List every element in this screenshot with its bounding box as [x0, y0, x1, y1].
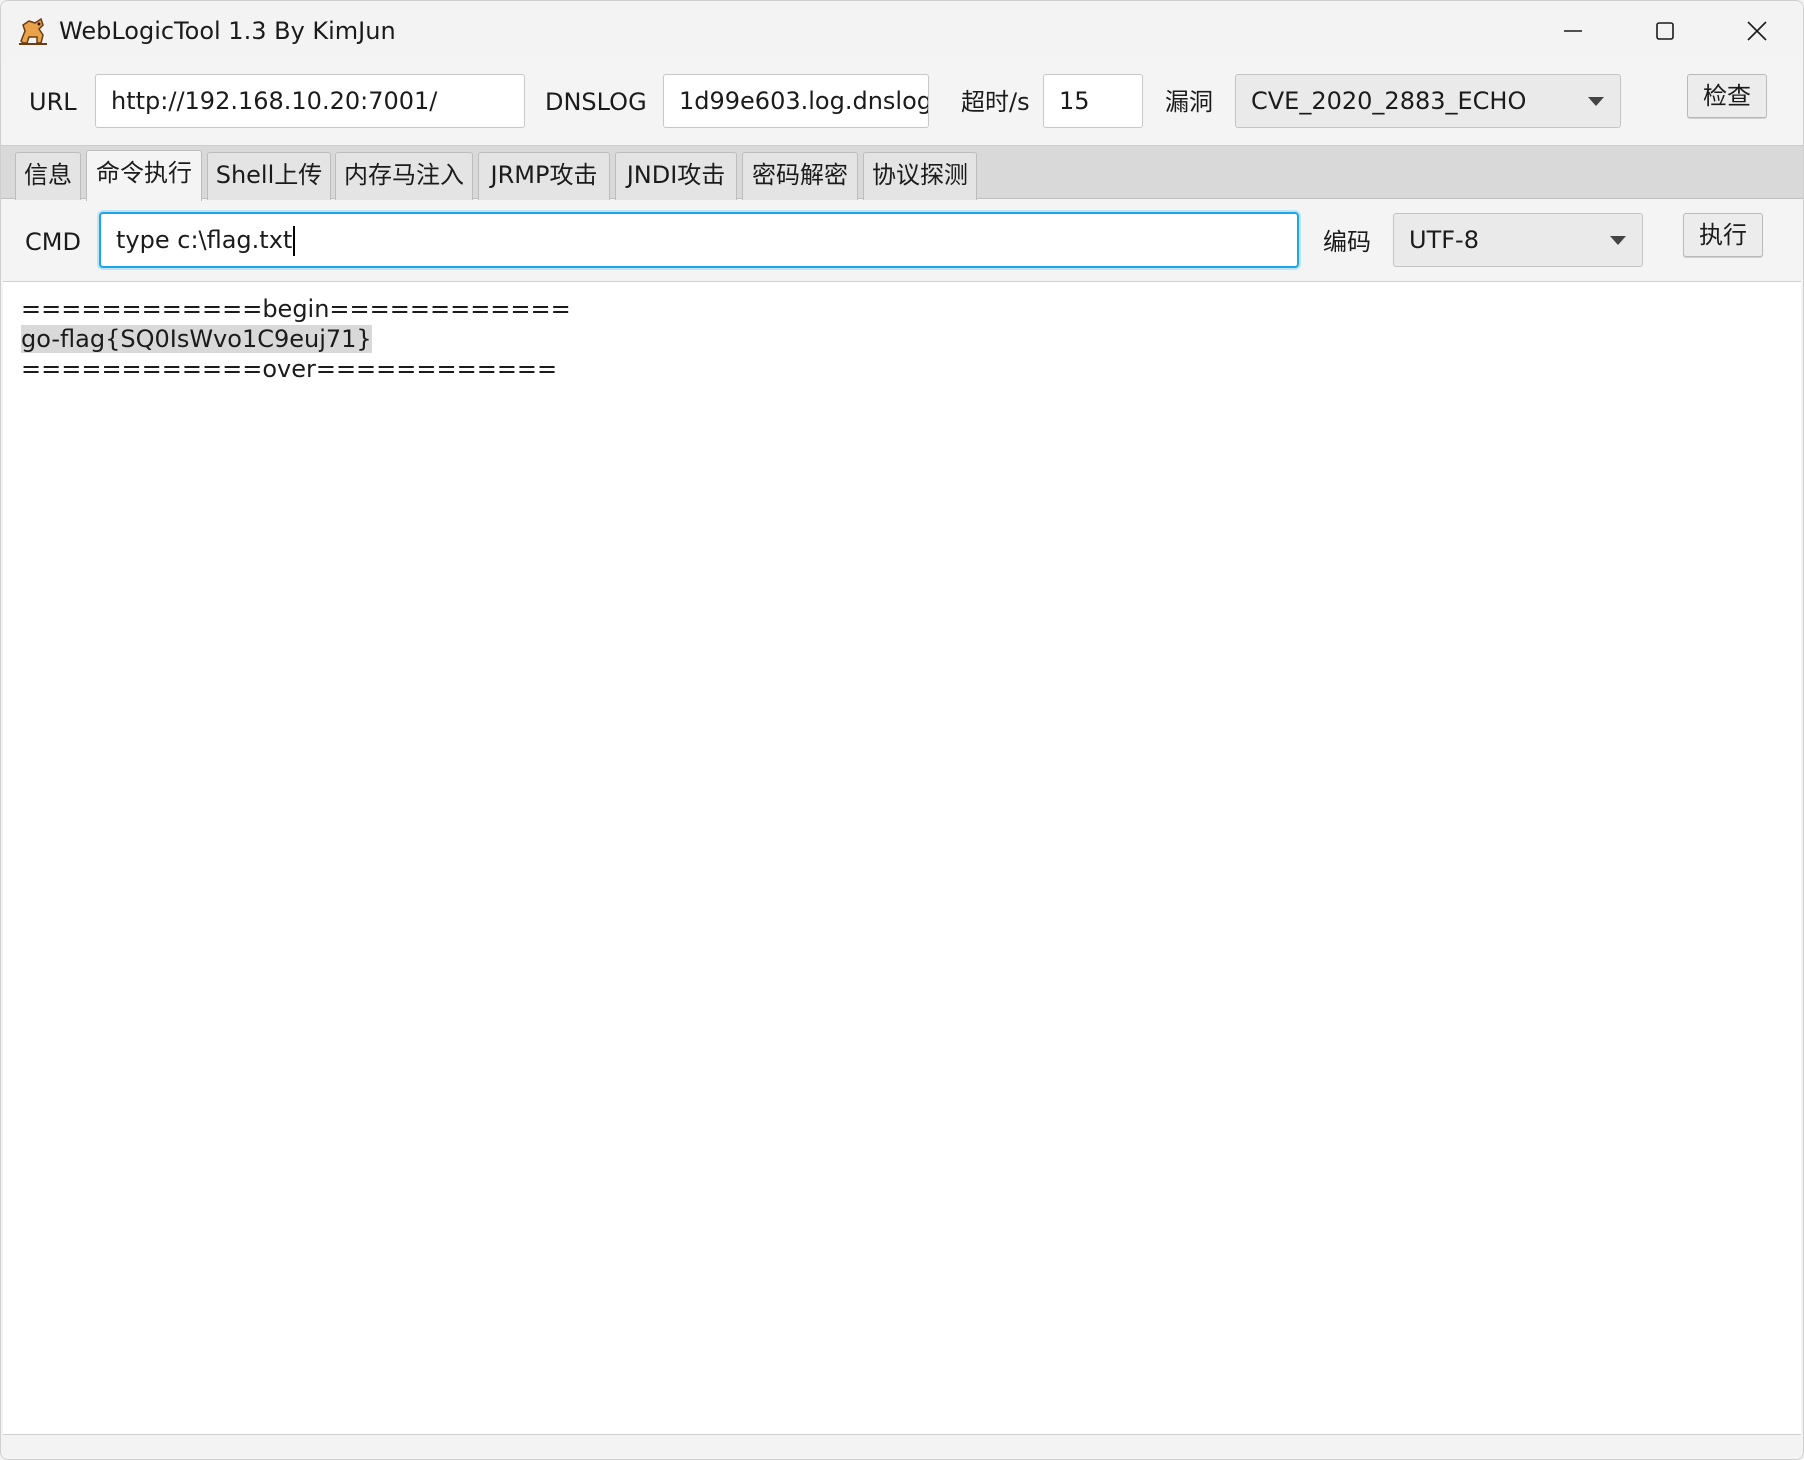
dnslog-input[interactable]: 1d99e603.log.dnslog — [663, 74, 929, 128]
tab-memshell-inject[interactable]: 内存马注入 — [335, 152, 473, 200]
output-selected-text: go-flag{SQ0IsWvo1C9euj71} — [21, 325, 372, 353]
tab-protocol-detect[interactable]: 协议探测 — [863, 152, 977, 200]
tab-bar: 信息 命令执行 Shell上传 内存马注入 JRMP攻击 JNDI攻击 密码解密… — [1, 145, 1803, 201]
output-textarea[interactable]: ============begin============ go-flag{SQ… — [3, 281, 1801, 1435]
cmd-input[interactable]: type c:\flag.txt — [99, 212, 1299, 268]
cmd-label: CMD — [25, 228, 81, 256]
url-input[interactable]: http://192.168.10.20:7001/ — [95, 74, 525, 128]
chevron-down-icon — [1610, 236, 1626, 245]
text-caret — [293, 226, 296, 256]
minimize-icon — [1564, 30, 1582, 32]
status-bar — [1, 1437, 1803, 1459]
vuln-selected-value: CVE_2020_2883_ECHO — [1251, 87, 1527, 115]
tab-shell-upload[interactable]: Shell上传 — [207, 152, 331, 200]
minimize-button[interactable] — [1527, 1, 1619, 61]
vuln-label: 漏洞 — [1165, 88, 1213, 116]
url-label: URL — [29, 88, 77, 116]
maximize-button[interactable] — [1619, 1, 1711, 61]
timeout-label: 超时/s — [961, 88, 1030, 116]
maximize-icon — [1656, 22, 1674, 40]
window-title: WebLogicTool 1.3 By KimJun — [59, 17, 396, 45]
tab-command-exec[interactable]: 命令执行 — [86, 150, 202, 201]
encoding-label: 编码 — [1323, 228, 1371, 256]
check-button[interactable]: 检查 — [1687, 74, 1767, 118]
app-horse-icon — [19, 17, 47, 45]
tab-password-decrypt[interactable]: 密码解密 — [742, 152, 858, 200]
tab-jrmp-attack[interactable]: JRMP攻击 — [478, 152, 610, 200]
tab-info[interactable]: 信息 — [15, 152, 81, 200]
encoding-select[interactable]: UTF-8 — [1393, 213, 1643, 267]
chevron-down-icon — [1588, 97, 1604, 106]
title-bar[interactable]: WebLogicTool 1.3 By KimJun — [1, 1, 1803, 63]
output-line-over: ============over============ — [21, 355, 558, 383]
encoding-selected-value: UTF-8 — [1409, 226, 1479, 254]
close-button[interactable] — [1711, 1, 1803, 61]
dnslog-label: DNSLOG — [545, 88, 647, 116]
timeout-input[interactable]: 15 — [1043, 74, 1143, 128]
vuln-select[interactable]: CVE_2020_2883_ECHO — [1235, 74, 1621, 128]
execute-button[interactable]: 执行 — [1683, 213, 1763, 257]
output-line-begin: ============begin============ — [21, 295, 571, 323]
output-line-flag: go-flag{SQ0IsWvo1C9euj71} — [21, 324, 1801, 354]
close-icon — [1747, 21, 1767, 41]
app-window: WebLogicTool 1.3 By KimJun URL http://19… — [0, 0, 1804, 1460]
cmd-input-value: type c:\flag.txt — [116, 226, 293, 254]
tab-jndi-attack[interactable]: JNDI攻击 — [615, 152, 737, 200]
